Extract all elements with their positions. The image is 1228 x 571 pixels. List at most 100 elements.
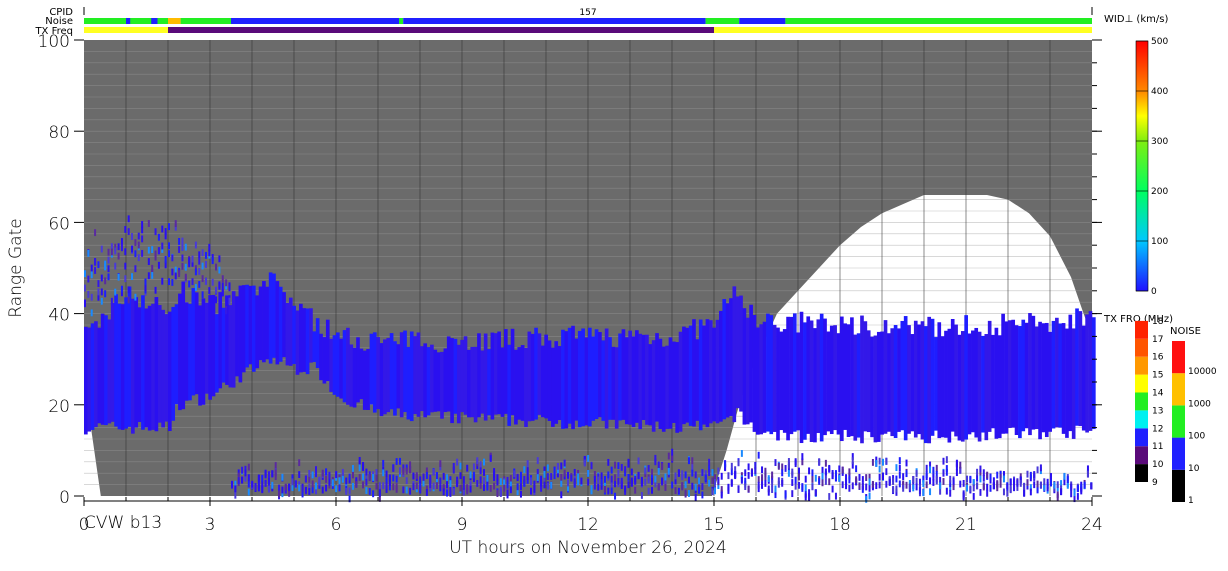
- echo-cell-ground-scatter: [308, 469, 311, 477]
- echo-cell-near-range-sparse: [986, 489, 989, 497]
- echo-column-f-region: [322, 337, 327, 384]
- echo-cell-ground-scatter: [358, 464, 361, 472]
- echo-cell-ground-scatter: [503, 484, 506, 492]
- echo-cell-ground-scatter: [311, 486, 314, 494]
- echo-cell-ground-scatter: [637, 457, 640, 465]
- echo-cell-ground-scatter: [577, 473, 580, 481]
- echo-column-f-region: [1061, 323, 1066, 434]
- echo-cell-ground-scatter: [261, 474, 264, 482]
- echo-column-f-region: [675, 342, 680, 433]
- echo-cell-near-range-sparse: [986, 471, 989, 479]
- echo-cell-near-range-sparse: [811, 476, 814, 483]
- echo-cell-ground-scatter: [499, 478, 502, 486]
- echo-column-f-region: [762, 321, 767, 433]
- echo-column-f-region: [688, 325, 693, 426]
- echo-cell-ground-scatter: [684, 471, 687, 479]
- echo-cell-upper-scatter: [184, 263, 187, 271]
- echo-cell-upper-scatter: [151, 264, 154, 272]
- echo-cell-near-range-sparse: [858, 482, 861, 490]
- echo-cell-near-range-sparse: [774, 485, 777, 493]
- echo-column-f-region: [362, 350, 367, 410]
- echo-cell-ground-scatter: [459, 472, 462, 480]
- echo-cell-near-range-sparse: [811, 483, 814, 491]
- echo-column-f-region: [692, 319, 696, 427]
- echo-cell-near-range-sparse: [885, 480, 888, 488]
- echo-cell-near-range-sparse: [908, 483, 911, 491]
- echo-cell-ground-scatter: [432, 468, 435, 476]
- echo-cell-near-range-sparse: [942, 478, 945, 485]
- echo-cell-ground-scatter: [681, 473, 684, 481]
- echo-cell-ground-scatter: [281, 473, 284, 481]
- echo-column-f-region: [104, 315, 108, 426]
- echo-column-f-region: [1021, 319, 1026, 432]
- echo-cell-near-range-sparse: [888, 479, 891, 486]
- echo-column-f-region: [483, 333, 488, 421]
- echo-cell-near-range-sparse: [1019, 479, 1022, 487]
- echo-column-f-region: [446, 336, 451, 412]
- noise-segment: [399, 18, 404, 24]
- echo-cell-ground-scatter: [550, 481, 553, 489]
- echo-cell-upper-scatter: [134, 293, 137, 301]
- echo-cell-upper-scatter: [218, 255, 221, 263]
- echo-cell-near-range-sparse: [969, 476, 972, 484]
- echo-column-f-region: [873, 335, 878, 443]
- echo-cell-near-range-sparse: [794, 476, 797, 484]
- echo-cell-near-range-sparse: [848, 468, 851, 476]
- echo-cell-ground-scatter: [271, 470, 274, 478]
- echo-cell-ground-scatter: [701, 469, 704, 477]
- echo-column-f-region: [191, 288, 196, 396]
- echo-column-f-region: [171, 306, 176, 421]
- echo-cell-ground-scatter: [546, 482, 549, 490]
- echo-cell-ground-scatter: [459, 462, 462, 470]
- echo-cell-near-range-sparse: [1060, 488, 1063, 496]
- echo-cell-ground-scatter: [429, 481, 432, 489]
- echo-cell-near-range-sparse: [804, 493, 807, 501]
- echo-cell-upper-scatter: [198, 251, 201, 259]
- echo-cell-ground-scatter: [385, 470, 388, 478]
- echo-cell-near-range-sparse: [771, 486, 774, 493]
- echo-cell-ground-scatter: [328, 478, 331, 486]
- echo-column-f-region: [215, 314, 219, 393]
- noise-colorbar-tick-label: 100: [1188, 432, 1205, 442]
- echo-cell-upper-scatter: [100, 297, 103, 305]
- echo-column-f-region: [934, 337, 938, 431]
- echo-column-f-region: [628, 330, 632, 425]
- noise-colorbar-label: NOISE: [1170, 326, 1201, 337]
- echo-cell-upper-scatter: [168, 242, 170, 250]
- echo-column-f-region: [853, 334, 858, 441]
- echo-column-f-region: [1068, 314, 1073, 432]
- echo-cell-ground-scatter: [372, 474, 375, 481]
- echo-cell-upper-scatter: [178, 270, 181, 277]
- echo-column-f-region: [668, 337, 673, 429]
- echo-cell-ground-scatter: [567, 471, 569, 479]
- echo-column-f-region: [164, 314, 169, 422]
- echo-column-f-region: [890, 328, 895, 437]
- echo-cell-ground-scatter: [429, 474, 432, 482]
- echo-column-f-region: [655, 333, 659, 422]
- echo-column-f-region: [420, 346, 424, 412]
- echo-cell-near-range-sparse: [929, 466, 932, 474]
- echo-column-f-region: [843, 323, 848, 430]
- echo-cell-near-range-sparse: [747, 485, 750, 493]
- echo-cell-ground-scatter: [442, 488, 445, 496]
- echo-column-f-region: [1078, 311, 1083, 427]
- echo-cell-ground-scatter: [556, 462, 559, 470]
- echo-column-f-region: [715, 319, 720, 424]
- echo-cell-ground-scatter: [694, 471, 697, 479]
- echo-cell-near-range-sparse: [1070, 483, 1073, 491]
- echo-column-f-region: [776, 327, 780, 441]
- echo-cell-upper-scatter: [124, 226, 127, 233]
- echo-cell-ground-scatter: [603, 475, 606, 483]
- noise-colorbar-cell: [1172, 405, 1185, 438]
- echo-cell-ground-scatter: [399, 467, 401, 475]
- echo-cell-near-range-sparse: [737, 486, 740, 493]
- echo-column-f-region: [510, 328, 515, 416]
- echo-cell-upper-scatter: [134, 265, 137, 273]
- echo-cell-ground-scatter: [409, 461, 412, 469]
- echo-cell-upper-scatter: [161, 225, 164, 233]
- echo-cell-near-range-sparse: [818, 458, 821, 466]
- echo-column-f-region: [504, 329, 508, 414]
- echo-cell-upper-scatter: [221, 275, 224, 283]
- echo-cell-near-range-sparse: [949, 489, 952, 497]
- echo-cell-ground-scatter: [231, 480, 233, 488]
